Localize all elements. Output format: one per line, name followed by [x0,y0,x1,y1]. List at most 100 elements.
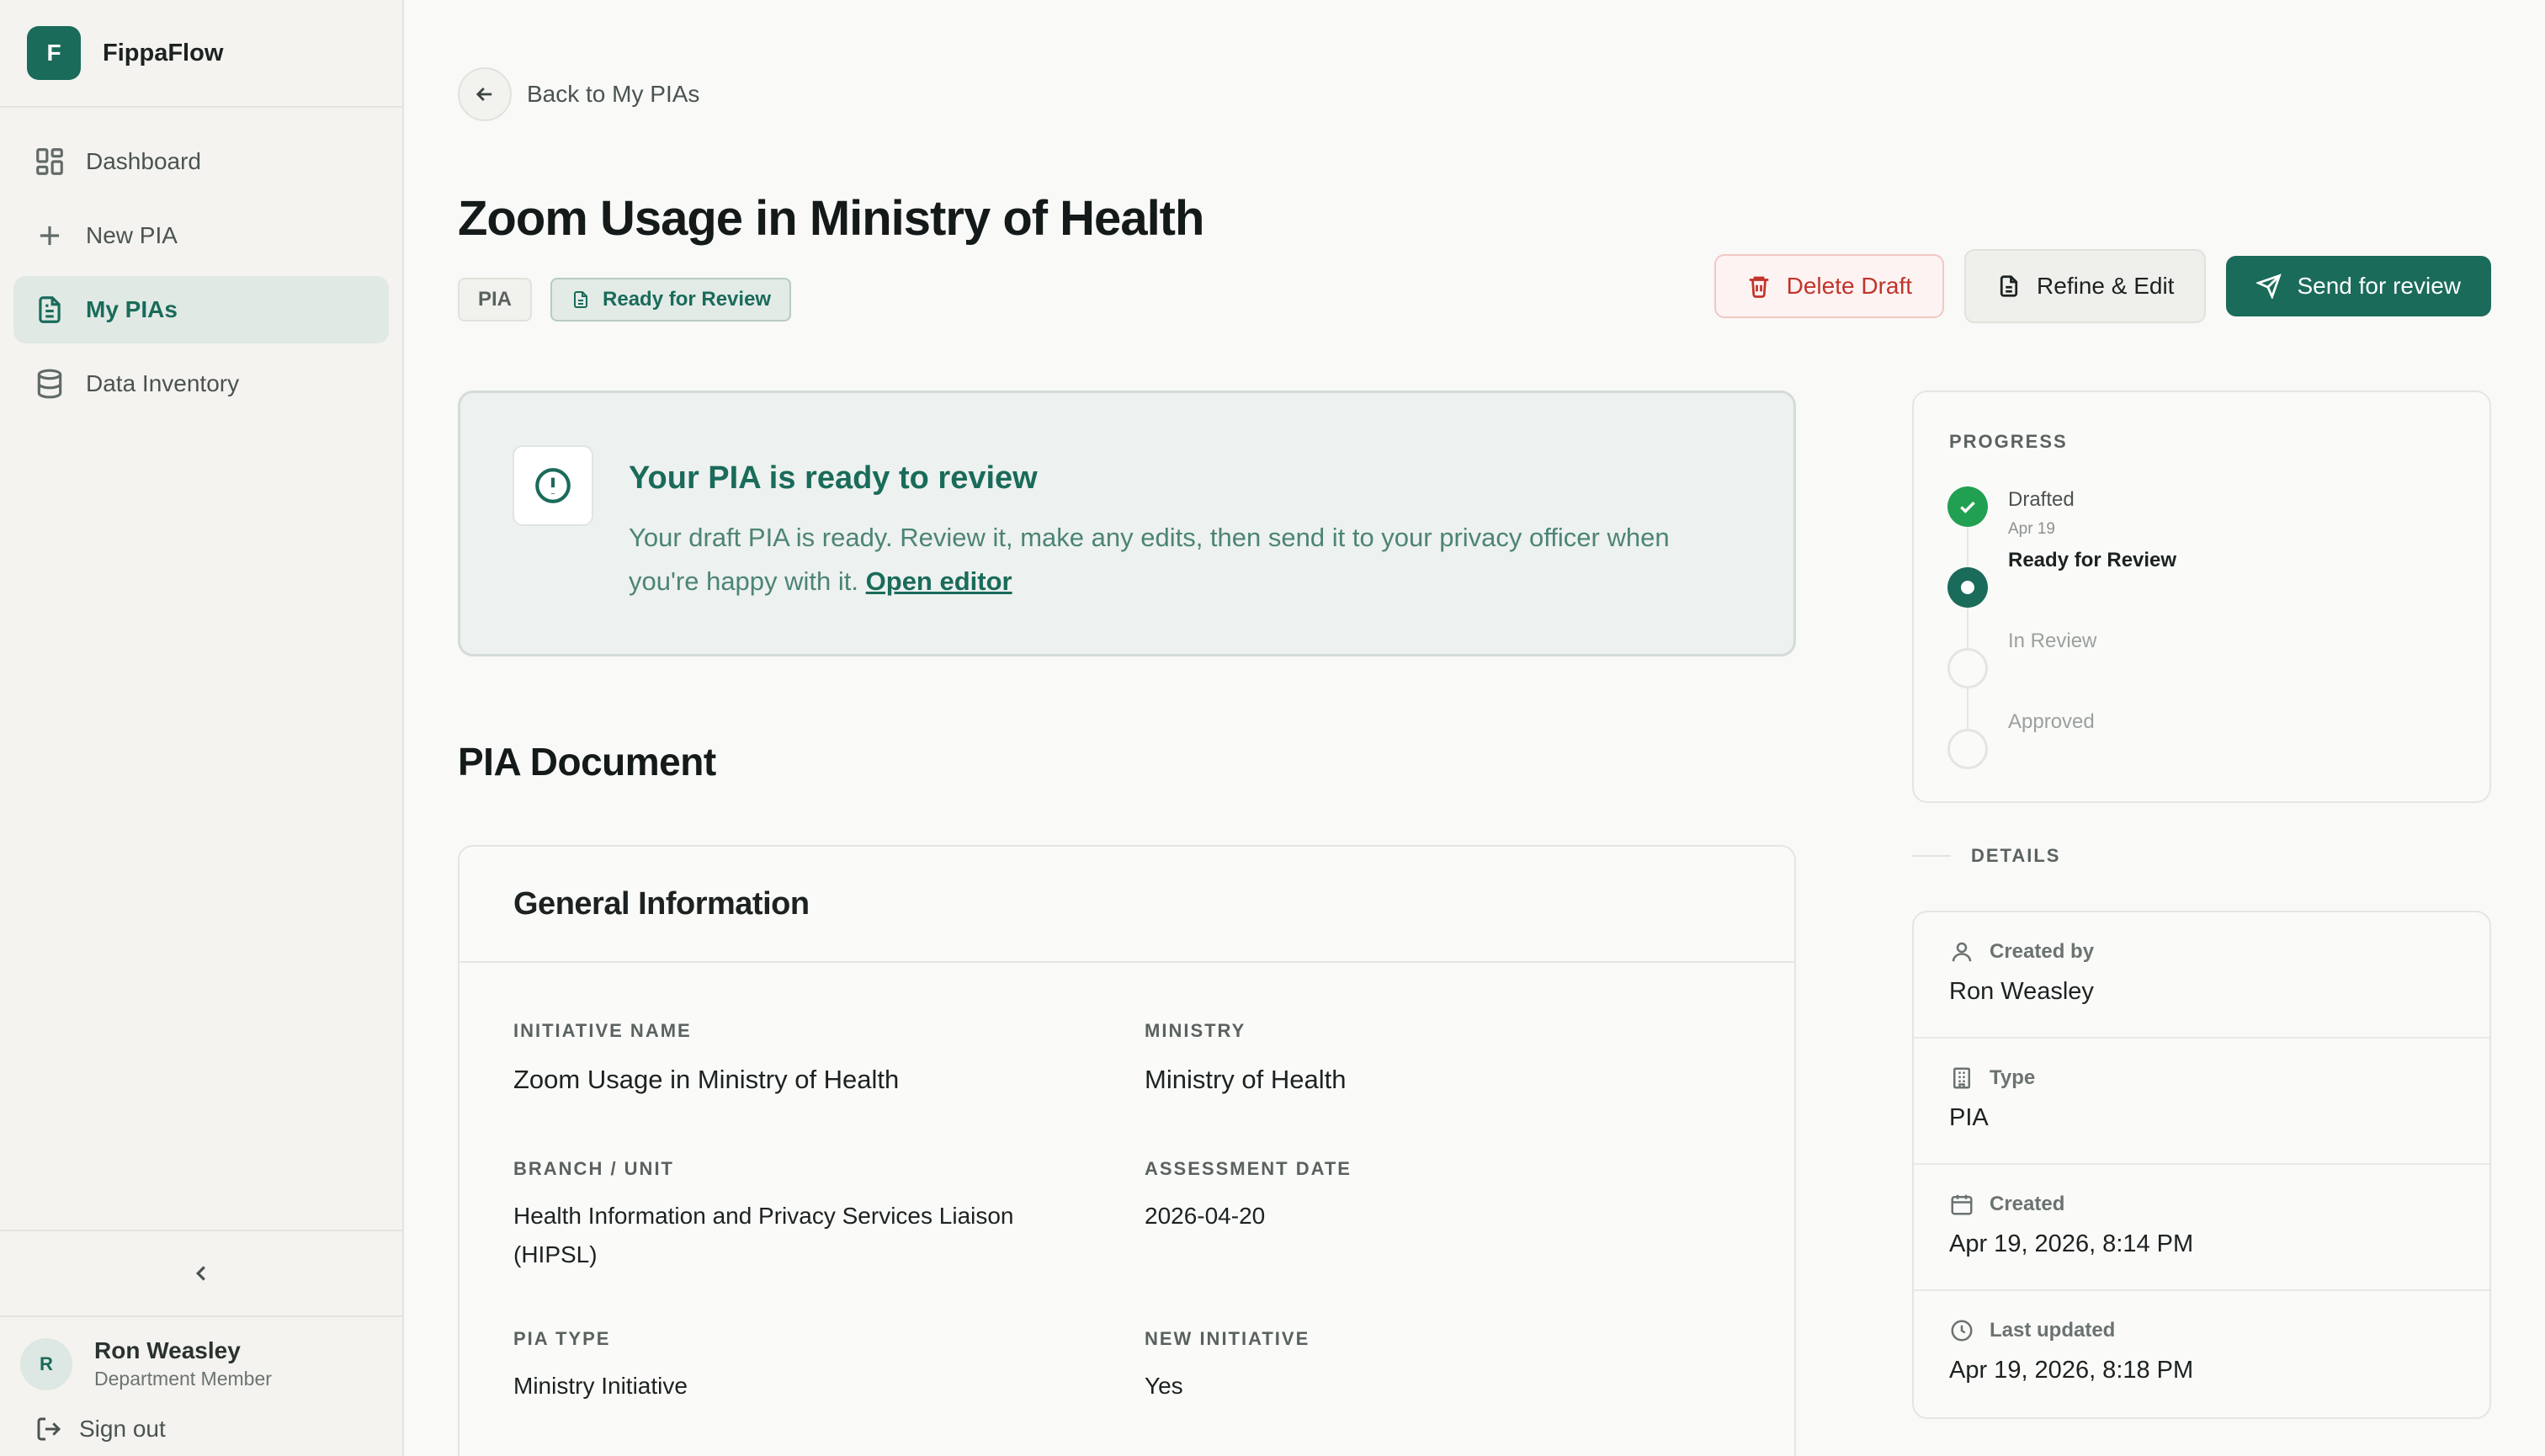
action-bar: Delete Draft Refine & Edit Send for revi… [1694,249,2491,323]
calendar-icon [1951,1194,1973,1215]
detail-value: Apr 19, 2026, 8:14 PM [1949,1230,2194,1257]
back-label[interactable]: Back to My PIAs [527,81,699,108]
sidebar-nav: Dashboard New PIA My PIAs Data Inventory [0,108,402,1230]
user-block: R Ron Weasley Department Member Sign out [0,1317,402,1456]
field-label: Ministry [1145,1020,1246,1041]
tag-row: PIA Ready for Review [458,278,810,321]
step-name: Drafted [2008,488,2075,511]
sign-out-label: Sign out [79,1416,166,1442]
progress-card: PROGRESS Drafted Apr 19 Ready for Review… [1912,391,2491,803]
field-initiative-name: Initiative Name Zoom Usage in Ministry o… [513,1020,1102,1099]
trash-icon [1749,276,1768,298]
progress-label: PROGRESS [1949,431,2068,452]
detail-value: Ron Weasley [1949,978,2094,1005]
database-icon [37,369,62,399]
field-value: Ministry of Health [1145,1065,1347,1094]
check-icon [1960,501,1975,513]
dashboard-icon [36,148,63,175]
alert-circle-icon [535,468,571,503]
type-badge: PIA [458,278,533,321]
section-title: PIA Document [458,740,716,784]
sign-out-button[interactable]: Sign out [20,1416,382,1443]
alert-title: Your PIA is ready to review [629,460,1038,496]
refine-edit-button[interactable]: Refine & Edit [1964,249,2207,323]
step-name: Ready for Review [2008,549,2177,571]
ready-alert: Your PIA is ready to review Your draft P… [458,391,1796,656]
sidebar-item-my-pias[interactable]: My PIAs [13,276,389,343]
details-header: DETAILS [1912,845,2060,867]
chevron-left-icon [195,1266,205,1281]
brand[interactable]: F FippaFlow [0,0,402,108]
card-header: General Information [460,847,1794,963]
alert-body: Your draft PIA is ready. Review it, make… [629,516,1723,603]
field-pia-type: PIA Type Ministry Initiative [513,1328,1102,1406]
sidebar-item-label: My PIAs [86,296,178,322]
avatar: R [20,1337,72,1390]
open-editor-link[interactable]: Open editor [866,566,1012,596]
brand-logo: F [27,26,81,80]
user-name: Ron Weasley [94,1337,241,1363]
divider [1912,855,1951,857]
detail-label-text: Last updated [1990,1319,2116,1342]
detail-label: Type [1949,1065,2454,1091]
step-todo-indicator [1947,729,1988,769]
detail-label-text: Created [1990,1193,2065,1215]
step-current-dot [1961,581,1974,594]
alert-body-text: Your draft PIA is ready. Review it, make… [629,523,1670,596]
brand-name: FippaFlow [103,39,224,66]
sidebar-item-dashboard[interactable]: Dashboard [13,128,389,195]
detail-type: Type PIA [1914,1039,2489,1165]
status-label: Ready for Review [603,288,772,311]
detail-value: PIA [1949,1104,1989,1131]
back-button[interactable] [458,67,512,121]
detail-label-text: Created by [1990,940,2095,963]
delete-draft-label: Delete Draft [1786,273,1913,299]
detail-label: Last updated [1949,1318,2454,1343]
app-root: F FippaFlow Dashboard New PIA My PIAs Da… [0,0,2545,1456]
field-assessment-date: Assessment Date 2026-04-20 [1145,1158,1734,1235]
status-badge: Ready for Review [550,278,792,321]
collapse-sidebar-button[interactable] [0,1230,402,1317]
delete-draft-button[interactable]: Delete Draft [1713,254,1945,318]
detail-last-updated: Last updated Apr 19, 2026, 8:18 PM [1914,1291,2489,1417]
sidebar-item-label: Data Inventory [86,370,240,396]
sidebar: F FippaFlow Dashboard New PIA My PIAs Da… [0,0,404,1456]
plus-icon [40,226,60,246]
field-label: New Initiative [1145,1328,1310,1349]
sidebar-item-new-pia[interactable]: New PIA [13,202,389,269]
alert-icon-box [513,445,593,526]
detail-value: Apr 19, 2026, 8:18 PM [1949,1357,2194,1384]
field-label: Initiative Name [513,1020,692,1041]
step-current-indicator [1947,567,1988,608]
details-label: DETAILS [1971,845,2061,866]
step-date: Apr 19 [2008,520,2055,538]
field-value: Zoom Usage in Ministry of Health [513,1065,900,1094]
user-info: Ron Weasley Department Member [94,1337,272,1390]
field-label: Assessment Date [1145,1158,1352,1179]
user-icon [1952,942,1972,962]
field-value: Yes [1145,1373,1183,1399]
send-icon [2256,274,2282,299]
detail-created-by: Created by Ron Weasley [1914,912,2489,1039]
page-title: Zoom Usage in Ministry of Health [458,191,1204,246]
details-card: Created by Ron Weasley Type PIA Created … [1912,911,2491,1419]
general-info-card: General Information Initiative Name Zoom… [458,845,1796,1456]
send-for-review-button[interactable]: Send for review [2226,256,2491,316]
detail-label-text: Type [1990,1066,2036,1089]
building-icon [1953,1067,1970,1089]
sign-out-icon [37,1417,61,1441]
refine-edit-label: Refine & Edit [2037,273,2175,299]
detail-label: Created [1949,1192,2454,1217]
main-content: Back to My PIAs Zoom Usage in Ministry o… [404,0,2545,1456]
step-done-indicator [1947,486,1988,527]
detail-created: Created Apr 19, 2026, 8:14 PM [1914,1165,2489,1291]
sidebar-item-data-inventory[interactable]: Data Inventory [13,350,389,417]
user-profile[interactable]: R Ron Weasley Department Member [20,1337,382,1390]
back-link[interactable]: Back to My PIAs [458,67,699,121]
document-icon [574,291,588,308]
field-value: Ministry Initiative [513,1373,688,1399]
sidebar-item-label: Dashboard [86,148,201,174]
step-name: In Review [2008,630,2097,652]
detail-label: Created by [1949,939,2454,964]
field-value: Health Information and Privacy Services … [513,1203,1014,1267]
